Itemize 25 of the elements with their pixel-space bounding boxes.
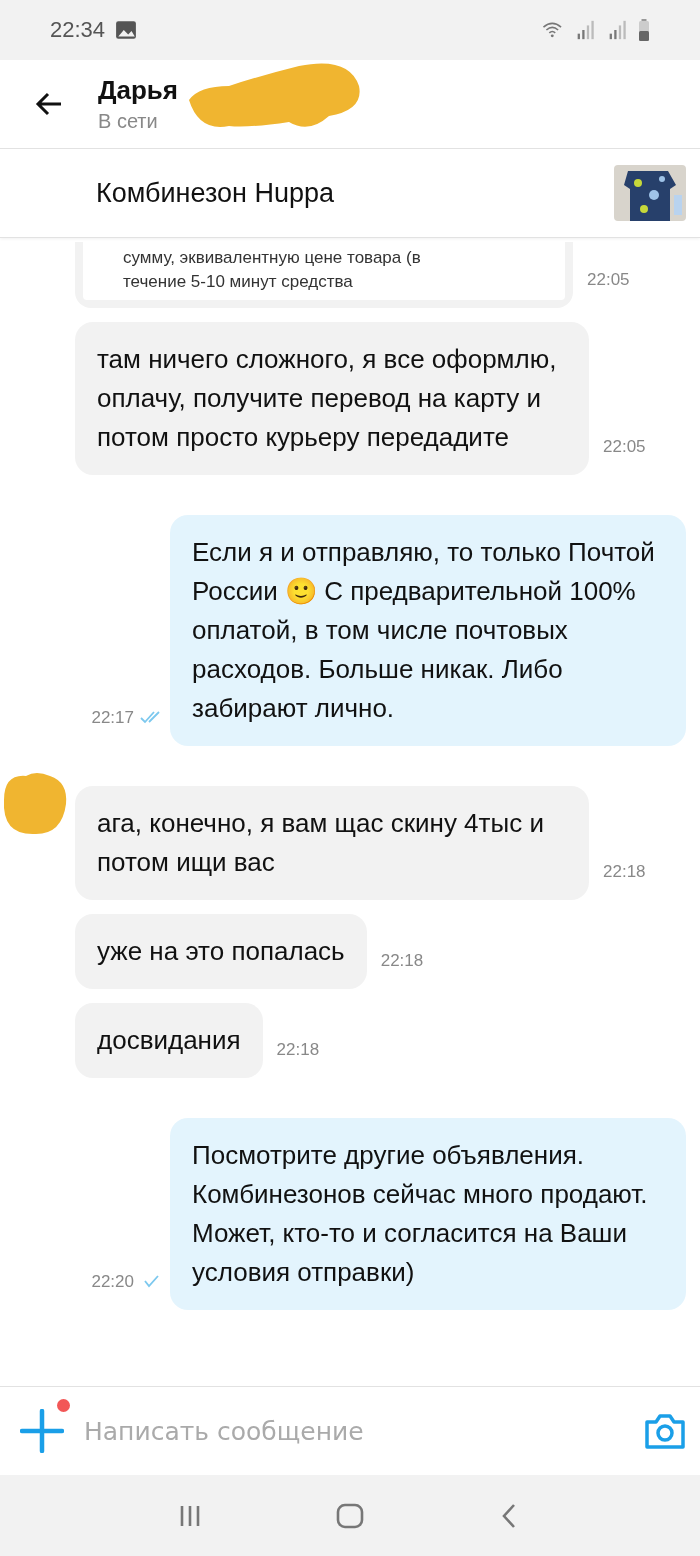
message-time: 22:20 [91,1272,134,1293]
camera-icon[interactable] [644,1412,686,1450]
listing-title[interactable]: Комбинезон Huppa [96,177,614,209]
home-icon[interactable] [336,1501,364,1530]
message-text: уже на это попалась [97,936,345,966]
add-icon[interactable] [20,1409,64,1453]
message-time: 22:18 [603,862,646,883]
message-text: досвидания [97,1025,241,1055]
message-text: Если я и отправляю, то только Почтой России 🙂 С предварительной 100% оплатой, в том числе почтовых расходов. Больше никак. Либо забирают лично. [192,537,655,723]
message-time: 22:05 [587,270,630,291]
message-time: 22:18 [380,951,424,972]
quoted-text: сумму, эквивалентную цене товара (в [123,247,422,269]
battery-icon [638,18,650,42]
online-status: В сети [98,110,159,133]
status-time: 22:34 [50,17,106,43]
quoted-text: течение 5-10 минут средства [123,271,354,293]
contact-name: Дарья [98,75,179,106]
message-text: ага, конечно, я вам щас скину 4тыс и потом ищи вас [97,808,544,877]
message-time: 22:05 [603,437,646,458]
message-input[interactable]: Написать сообщение [82,1415,626,1447]
image-icon [115,19,138,41]
message-time: 22:17 [91,708,134,729]
message-time: 22:18 [276,1040,320,1061]
message-text: Посмотрите другие объявления. Комбинезонов сейчас много продают. Может, кто-то и согласится на Ваши условия отправки) [192,1140,648,1287]
message-text: там ничего сложного, я все оформлю, оплачу, получите перевод на карту и потом просто курьеру передадите [97,344,557,452]
